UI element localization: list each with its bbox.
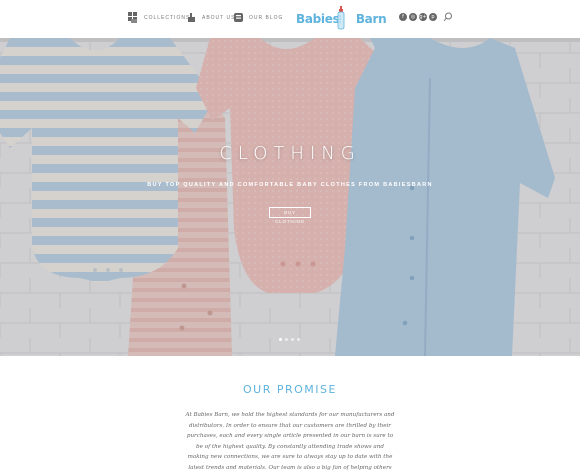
site-logo[interactable]: Babies' Barn bbox=[296, 6, 387, 32]
search-icon[interactable] bbox=[443, 12, 453, 22]
nav-collections[interactable]: Collections bbox=[128, 12, 190, 23]
nav-blog[interactable]: Our Blog bbox=[233, 12, 283, 23]
grid-icon bbox=[128, 12, 137, 23]
hero-slider: CLOTHING Buy top quality and comfortable… bbox=[0, 38, 580, 356]
promise-paragraph: At Babies Barn, we hold the highest stan… bbox=[185, 412, 395, 471]
nav-about-label: About Us bbox=[202, 14, 236, 21]
facebook-icon[interactable]: f bbox=[399, 13, 407, 21]
hero-title: CLOTHING bbox=[219, 143, 361, 164]
instagram-icon[interactable]: ◎ bbox=[409, 13, 417, 21]
pinterest-icon[interactable]: p bbox=[429, 13, 437, 21]
slider-dot[interactable] bbox=[297, 338, 300, 341]
hero-subtitle: Buy top quality and comfortable baby clo… bbox=[147, 182, 433, 188]
hero-overlay bbox=[0, 38, 580, 356]
slider-dot[interactable] bbox=[285, 338, 288, 341]
logo-word-babies: Babies' bbox=[296, 12, 343, 26]
baby-bottle-icon bbox=[337, 6, 345, 30]
hand-icon bbox=[188, 13, 195, 22]
slider-dots bbox=[279, 338, 300, 341]
slider-dot[interactable] bbox=[279, 338, 282, 341]
google-plus-icon[interactable]: g+ bbox=[419, 13, 427, 21]
nav-collections-label: Collections bbox=[144, 14, 191, 21]
blog-icon bbox=[234, 13, 243, 22]
nav-about-us[interactable]: About Us bbox=[186, 12, 235, 23]
nav-blog-label: Our Blog bbox=[249, 14, 284, 21]
logo-word-barn: Barn bbox=[355, 12, 387, 26]
site-header: Collections About Us Our Blog Babies' Ba… bbox=[0, 0, 580, 38]
promise-heading: OUR PROMISE bbox=[243, 383, 337, 396]
slider-dot[interactable] bbox=[291, 338, 294, 341]
buy-clothing-button[interactable]: Buy Clothing bbox=[269, 207, 311, 224]
